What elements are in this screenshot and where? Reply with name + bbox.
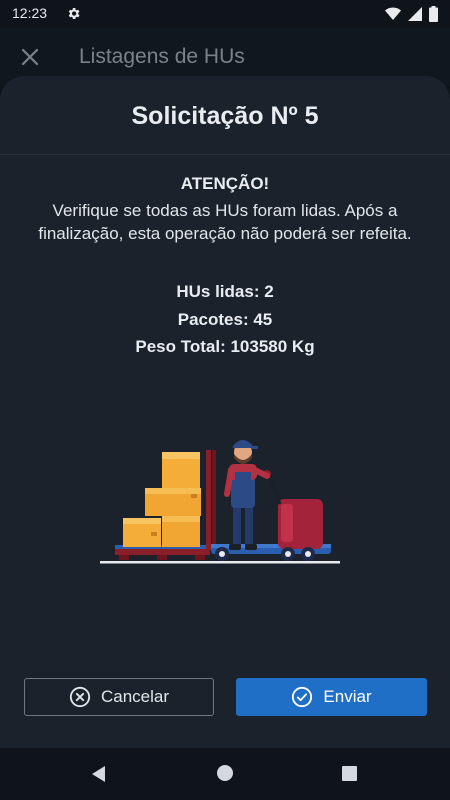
warning-text: Verifique se todas as HUs foram lidas. A… bbox=[38, 201, 412, 243]
peso-total-stat: Peso Total: 103580 Kg bbox=[135, 337, 315, 356]
cancel-button[interactable]: Cancelar bbox=[24, 678, 214, 716]
home-icon[interactable] bbox=[217, 765, 233, 781]
send-button[interactable]: Enviar bbox=[236, 678, 427, 716]
navigation-bar bbox=[0, 748, 450, 800]
status-bar: 12:23 bbox=[0, 0, 450, 28]
warehouse-illustration bbox=[100, 440, 340, 564]
hus-lidas-stat: HUs lidas: 2 bbox=[176, 282, 274, 301]
dialog-title: Solicitação Nº 5 bbox=[131, 102, 319, 130]
wifi-icon bbox=[385, 7, 401, 20]
pacotes-stat: Pacotes: 45 bbox=[177, 310, 273, 329]
send-label: Enviar bbox=[323, 687, 372, 706]
app-title: Listagens de HUs bbox=[79, 45, 245, 68]
signal-icon bbox=[408, 7, 422, 21]
close-icon[interactable] bbox=[20, 47, 40, 67]
status-time: 12:23 bbox=[12, 5, 48, 21]
divider bbox=[0, 154, 450, 155]
battery-icon bbox=[429, 6, 438, 22]
cancel-circle-icon bbox=[69, 686, 91, 708]
warning-title: ATENÇÃO! bbox=[180, 174, 270, 193]
cancel-label: Cancelar bbox=[100, 687, 170, 706]
confirmation-sheet: Solicitação Nº 5 ATENÇÃO! Verifique se t… bbox=[0, 76, 450, 748]
back-icon[interactable] bbox=[90, 765, 108, 783]
gear-icon bbox=[68, 8, 80, 19]
status-icons bbox=[385, 6, 438, 22]
recent-apps-icon[interactable] bbox=[342, 766, 357, 781]
check-circle-icon bbox=[292, 686, 313, 708]
